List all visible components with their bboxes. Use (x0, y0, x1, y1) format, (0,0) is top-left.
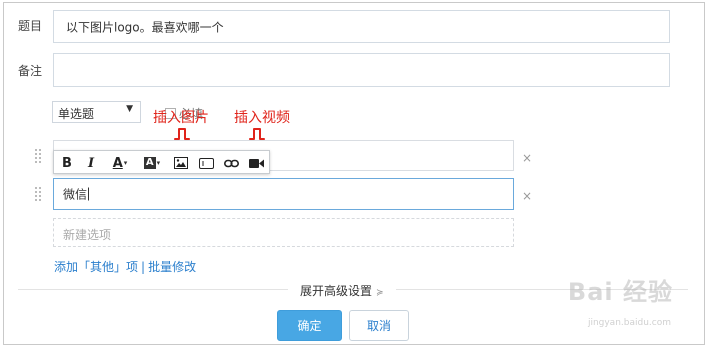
drag-handle-icon[interactable] (35, 149, 41, 163)
title-input[interactable]: 以下图片logo。最喜欢哪一个 (53, 10, 670, 43)
note-input[interactable] (53, 53, 670, 87)
background-color-icon[interactable]: A ▾ (140, 154, 164, 172)
drag-handle-icon[interactable] (35, 187, 41, 201)
bold-icon[interactable]: B (60, 154, 74, 172)
question-type-value: 单选题 (58, 107, 95, 121)
image-icon[interactable] (172, 154, 190, 172)
expand-advanced-settings[interactable]: 展开高级设置 ≽ (296, 282, 388, 299)
watermark-url: jingyan.baidu.com (587, 318, 671, 328)
option-input-value: 微信 (63, 187, 90, 202)
note-label: 备注 (18, 64, 43, 78)
confirm-button[interactable]: 确定 (277, 310, 342, 341)
font-color-icon[interactable]: A ▾ (108, 154, 132, 172)
insert-video-annotation: 插入视频 (234, 110, 290, 126)
new-option-placeholder: 新建选项 (63, 228, 112, 242)
chevron-down-icon: ≽ (376, 288, 384, 298)
option-links: 添加「其他」项 | 批量修改 (54, 258, 196, 275)
remove-option-icon[interactable]: × (522, 189, 532, 203)
rich-text-toolbar: B I A ▾ A ▾ (53, 150, 270, 174)
baidu-jingyan-watermark: Bai 经验 (567, 278, 673, 306)
insert-image-annotation: 插入图片 (153, 110, 209, 126)
input-box-icon[interactable] (197, 154, 215, 172)
question-type-select[interactable]: 单选题 ▼ (52, 101, 141, 123)
new-option-area[interactable]: 新建选项 (53, 218, 514, 247)
batch-edit-link[interactable]: 批量修改 (148, 260, 196, 274)
video-icon[interactable] (247, 154, 265, 172)
link-separator: | (141, 260, 146, 274)
title-input-value: 以下图片logo。最喜欢哪一个 (66, 20, 224, 34)
remove-option-icon[interactable]: × (522, 151, 532, 165)
link-icon[interactable] (222, 154, 240, 172)
cancel-button[interactable]: 取消 (349, 310, 409, 341)
italic-icon[interactable]: I (84, 154, 98, 172)
advanced-settings-label: 展开高级设置 (300, 284, 373, 298)
divider-left (18, 289, 288, 290)
option-input-active[interactable]: 微信 (53, 178, 514, 210)
add-other-option-link[interactable]: 添加「其他」项 (54, 260, 138, 274)
dropdown-arrow-icon: ▼ (126, 104, 133, 114)
title-label: 题目 (18, 19, 43, 33)
